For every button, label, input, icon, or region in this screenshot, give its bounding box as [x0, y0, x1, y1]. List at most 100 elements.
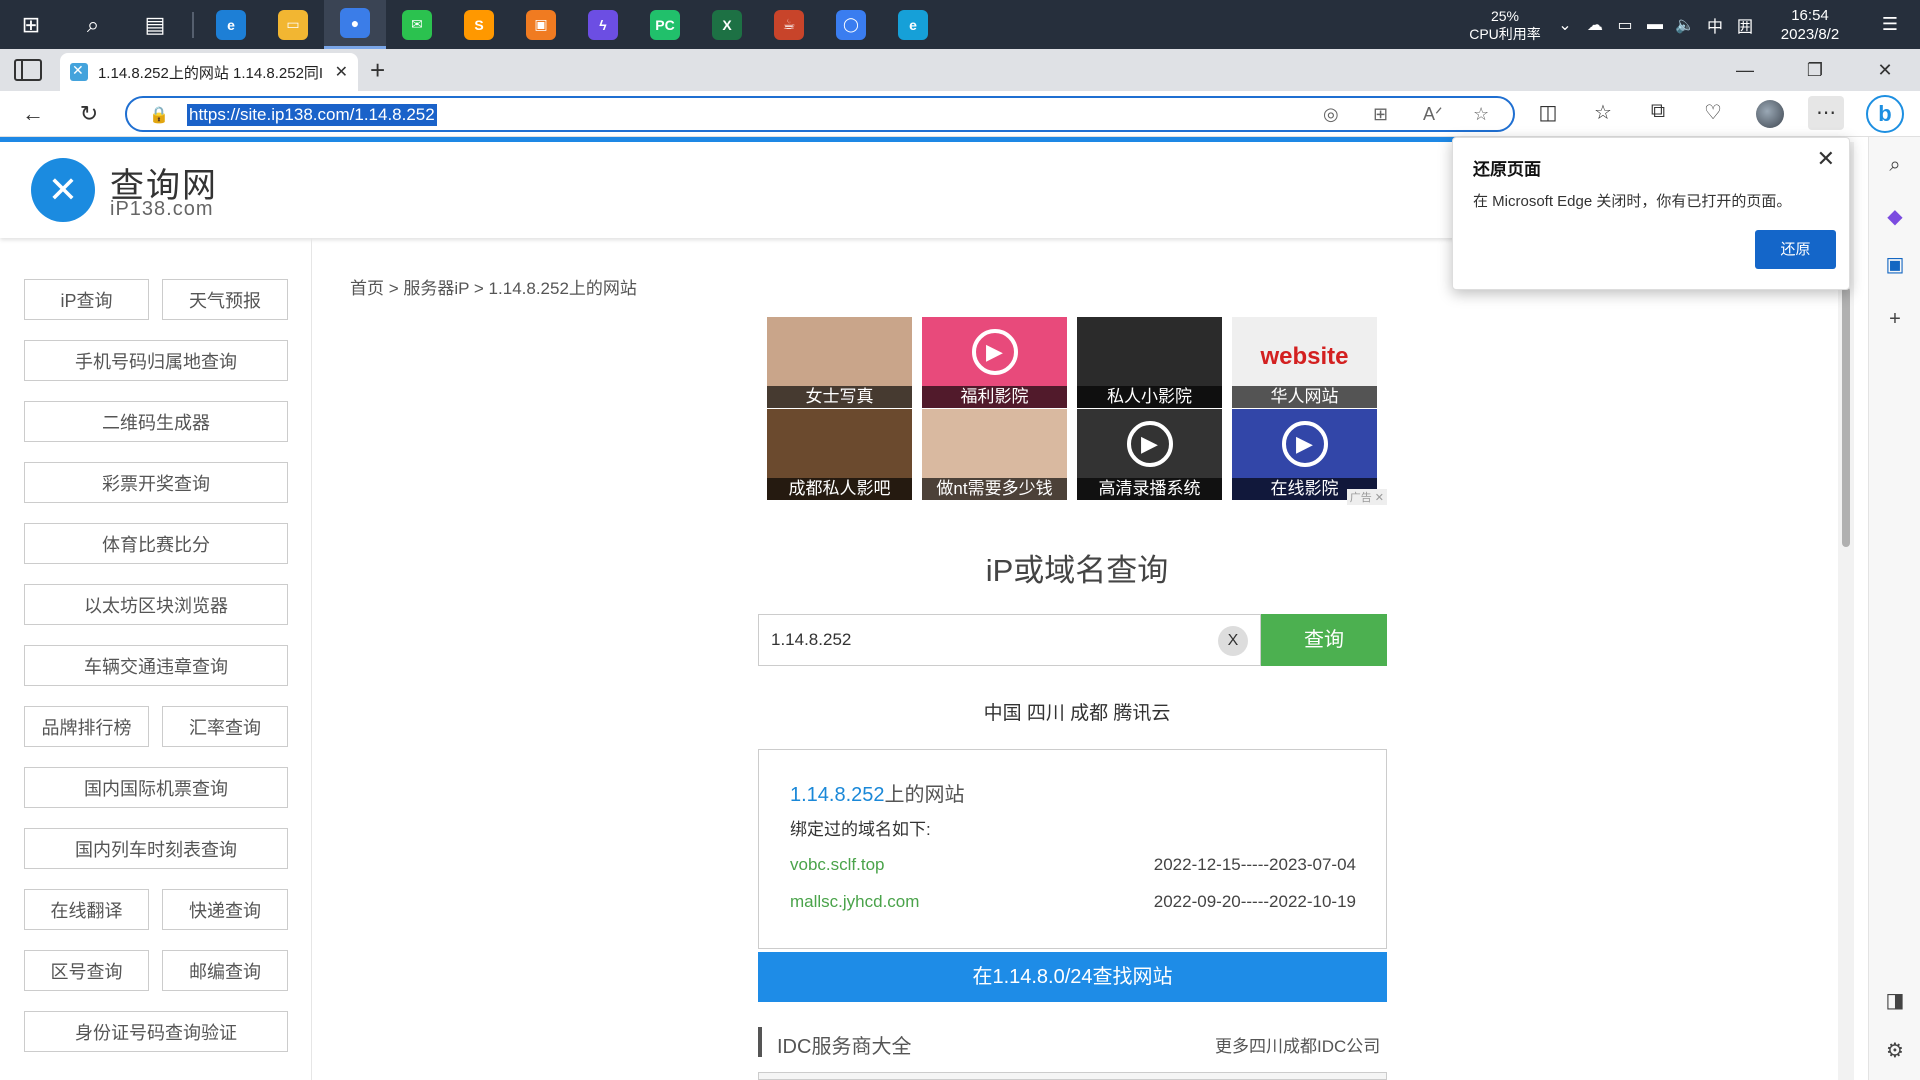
nav-item[interactable]: 国内列车时刻表查询	[24, 828, 288, 869]
network-icon[interactable]: ▭	[1610, 15, 1640, 35]
cpu-percent: 25%	[1490, 7, 1520, 24]
read-aloud-icon[interactable]: Aᐟ	[1423, 104, 1443, 125]
chevron-up-icon[interactable]: ⌄	[1550, 15, 1580, 35]
popup-message: 在 Microsoft Edge 关闭时，你有已打开的页面。	[1473, 193, 1792, 210]
bing-chat-icon[interactable]: b	[1866, 95, 1904, 133]
nav-item[interactable]: 手机号码归属地查询	[24, 340, 288, 381]
pycharm-app-icon[interactable]: PC	[634, 0, 696, 49]
ad-tile[interactable]: 女士写真	[767, 317, 912, 408]
nav-item[interactable]: 品牌排行榜	[24, 706, 149, 747]
query-button[interactable]: 查询	[1261, 614, 1387, 666]
logo-icon[interactable]: ✕	[31, 158, 95, 222]
edge-app-icon[interactable]: e	[200, 0, 262, 49]
ad-tile[interactable]: ▶ 福利影院	[922, 317, 1067, 408]
search-icon[interactable]: ⌕	[62, 0, 124, 49]
nav-item[interactable]: 体育比赛比分	[24, 523, 288, 564]
clear-button[interactable]: X	[1218, 626, 1248, 656]
browser-essentials-icon[interactable]: ♡	[1695, 100, 1731, 125]
clock[interactable]: 16:54 2023/8/2	[1760, 6, 1860, 44]
app-available-icon[interactable]: ⊞	[1373, 104, 1388, 125]
ad-tile[interactable]: ▶ 在线影院	[1232, 409, 1377, 500]
notification-icon[interactable]: ☰	[1860, 14, 1920, 35]
location-icon[interactable]: ◎	[1323, 104, 1339, 125]
search-icon[interactable]: ⌕	[1881, 151, 1909, 179]
restore-button[interactable]: 还原	[1755, 230, 1836, 269]
ad-label: 高清录播系统	[1077, 478, 1222, 500]
nav-item[interactable]: 邮编查询	[162, 950, 288, 991]
close-tab-icon[interactable]: ✕	[335, 62, 348, 82]
split-screen-icon[interactable]: ◫	[1530, 100, 1566, 125]
favorite-star-icon[interactable]: ☆	[1473, 104, 1489, 125]
add-icon[interactable]: +	[1881, 305, 1909, 333]
chrome-app-icon[interactable]: ◯	[820, 0, 882, 49]
profile-avatar[interactable]	[1756, 100, 1784, 128]
battery-icon[interactable]: ▬	[1640, 16, 1670, 34]
lock-icon[interactable]: 🔒	[149, 105, 169, 125]
java-app-icon[interactable]: ☕	[758, 0, 820, 49]
collections-icon[interactable]: ⧉	[1640, 100, 1676, 123]
visual-studio-app-icon[interactable]: ϟ	[572, 0, 634, 49]
ad-tile[interactable]: ▶ 高清录播系统	[1077, 409, 1222, 500]
excel-app-glyph: X	[712, 9, 742, 40]
file-explorer-app-icon[interactable]: ▭	[262, 0, 324, 49]
gear-icon[interactable]: ⚙	[1881, 1037, 1909, 1065]
nav-item[interactable]: 区号查询	[24, 950, 149, 991]
nav-item[interactable]: iP查询	[24, 279, 149, 320]
ime-indicator[interactable]: 中	[1700, 13, 1730, 37]
find-subnet-button[interactable]: 在1.14.8.0/24查找网站	[758, 952, 1387, 1002]
ad-tile[interactable]: 私人小影院	[1077, 317, 1222, 408]
minimize-icon[interactable]: —	[1710, 49, 1780, 91]
breadcrumb[interactable]: 首页 > 服务器iP > 1.14.8.252上的网站	[350, 274, 637, 299]
volume-icon[interactable]: 🔈	[1670, 15, 1700, 35]
nav-item[interactable]: 汇率查询	[162, 706, 288, 747]
ad-tile[interactable]: 成都私人影吧	[767, 409, 912, 500]
browser-tab[interactable]: 1.14.8.252上的网站 1.14.8.252同IP ✕	[60, 53, 358, 91]
tab-actions-icon[interactable]	[14, 59, 42, 81]
cloud-icon[interactable]: ☁	[1580, 15, 1610, 35]
cpu-usage[interactable]: 25% CPU利用率	[1460, 7, 1550, 43]
address-bar[interactable]: 🔒 https://site.ip138.com/1.14.8.252 ◎ ⊞ …	[125, 96, 1515, 132]
back-icon[interactable]: ←	[16, 99, 50, 129]
idc-more-link[interactable]: 更多四川成都IDC公司	[1215, 1032, 1380, 1057]
windows-app-orange-icon[interactable]: ▣	[510, 0, 572, 49]
result-ip-link[interactable]: 1.14.8.252	[790, 784, 885, 806]
nav-item[interactable]: 身份证号码查询验证	[24, 1011, 288, 1052]
ad-tile[interactable]: 做nt需要多少钱	[922, 409, 1067, 500]
nav-item[interactable]: 天气预报	[162, 279, 288, 320]
new-tab-icon[interactable]: +	[370, 55, 385, 86]
task-view-icon[interactable]: ▤	[124, 0, 186, 49]
close-window-icon[interactable]: ✕	[1850, 49, 1920, 91]
ad-label: 做nt需要多少钱	[922, 478, 1067, 500]
nav-item[interactable]: 车辆交通违章查询	[24, 645, 288, 686]
wechat-app-icon[interactable]: ✉	[386, 0, 448, 49]
nav-item[interactable]: 彩票开奖查询	[24, 462, 288, 503]
close-icon[interactable]: ✕	[1817, 146, 1835, 172]
maximize-icon[interactable]: ❐	[1780, 49, 1850, 91]
outlook-icon[interactable]: ▣	[1881, 251, 1909, 279]
scroll-thumb[interactable]	[1842, 287, 1850, 547]
domain-link[interactable]: vobc.sclf.top	[790, 855, 885, 874]
nav-item[interactable]: 快递查询	[162, 889, 288, 930]
nav-item[interactable]: 二维码生成器	[24, 401, 288, 442]
nav-item[interactable]: 国内国际机票查询	[24, 767, 288, 808]
refresh-icon[interactable]: ↻	[72, 99, 106, 129]
windows-start-icon[interactable]: ⊞	[0, 0, 62, 49]
favorites-icon[interactable]: ☆	[1585, 100, 1621, 125]
sidebar-toggle-icon[interactable]: ◨	[1881, 987, 1909, 1015]
search-input[interactable]: 1.14.8.252	[758, 614, 1261, 666]
nav-item[interactable]: 在线翻译	[24, 889, 149, 930]
more-options-icon[interactable]: ⋯	[1808, 96, 1844, 130]
domain-link[interactable]: mallsc.jyhcd.com	[790, 892, 919, 911]
excel-app-icon[interactable]: X	[696, 0, 758, 49]
ad-tile[interactable]: website 华人网站	[1232, 317, 1377, 408]
edge-dev-app-icon[interactable]: e	[882, 0, 944, 49]
sublime-app-icon[interactable]: S	[448, 0, 510, 49]
play-icon: ▶	[1281, 420, 1328, 467]
m365-icon[interactable]: ◆	[1881, 203, 1909, 231]
chat-app-icon[interactable]: ●	[324, 0, 386, 49]
nav-item[interactable]: 以太坊区块浏览器	[24, 584, 288, 625]
url-text[interactable]: https://site.ip138.com/1.14.8.252	[187, 104, 437, 126]
ad-mark[interactable]: 广告 ✕	[1346, 489, 1387, 505]
logo-domain[interactable]: iP138.com	[110, 198, 214, 221]
ime-mode-icon[interactable]: 囲	[1730, 13, 1760, 37]
